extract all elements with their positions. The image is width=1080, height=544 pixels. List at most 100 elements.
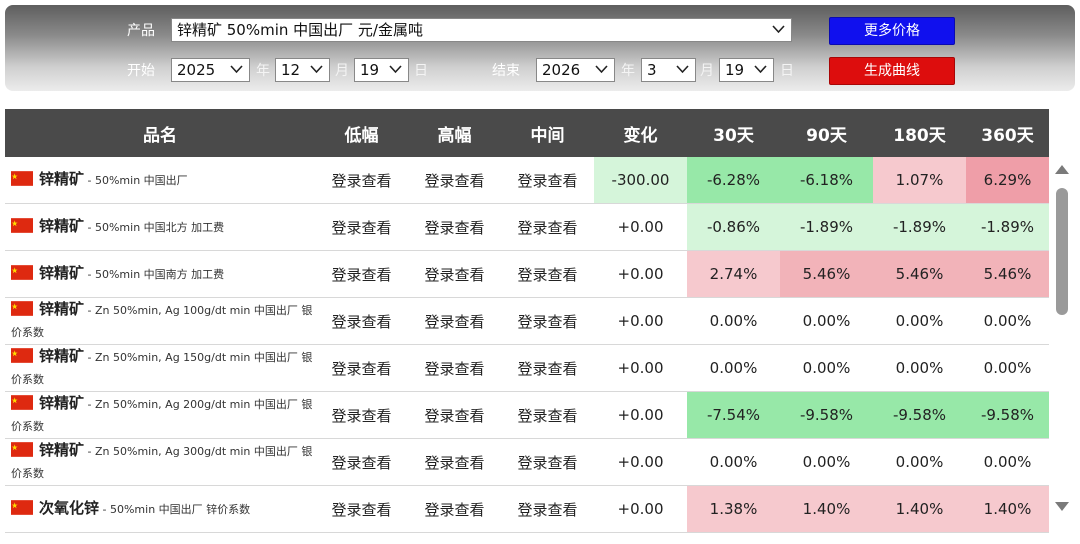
d90-cell: 1.40% — [780, 485, 873, 533]
d180-cell: 0.00% — [873, 438, 966, 486]
table-scrollbar[interactable] — [1051, 155, 1075, 521]
d30-cell: -0.86% — [687, 203, 780, 251]
product-name-cell[interactable]: 锌精矿 - 50%min 中国北方 加工费 — [5, 203, 315, 251]
chevron-down-icon — [754, 65, 767, 74]
high-cell[interactable]: 登录查看 — [408, 485, 501, 533]
low-cell[interactable]: 登录查看 — [315, 485, 408, 533]
mid-cell[interactable]: 登录查看 — [501, 157, 594, 204]
d30-cell: 1.38% — [687, 485, 780, 533]
high-cell[interactable]: 登录查看 — [408, 297, 501, 345]
mid-cell[interactable]: 登录查看 — [501, 203, 594, 251]
chevron-down-icon — [772, 25, 785, 34]
change-cell: +0.00 — [594, 391, 687, 439]
low-cell[interactable]: 登录查看 — [315, 438, 408, 486]
product-name: 锌精矿 — [39, 217, 85, 235]
d180-cell: 5.46% — [873, 250, 966, 298]
china-flag-icon — [11, 500, 33, 515]
chevron-down-icon — [595, 65, 608, 74]
product-label: 产品 — [127, 23, 155, 39]
table-row[interactable]: 锌精矿 - 50%min 中国北方 加工费 登录查看 登录查看 登录查看 +0.… — [5, 203, 1049, 251]
d30-cell: 0.00% — [687, 297, 780, 345]
mid-cell[interactable]: 登录查看 — [501, 485, 594, 533]
low-cell[interactable]: 登录查看 — [315, 203, 408, 251]
table-row[interactable]: 锌精矿 - Zn 50%min, Ag 200g/dt min 中国出厂 银价系… — [5, 391, 1049, 439]
start-year-select[interactable]: 2025 — [171, 58, 250, 82]
d180-cell: 1.07% — [873, 157, 966, 204]
d360-cell: 0.00% — [966, 297, 1049, 345]
end-year-value: 2026 — [542, 61, 581, 79]
end-label: 结束 — [492, 63, 520, 79]
scrollbar-thumb[interactable] — [1056, 188, 1068, 315]
d180-cell: 1.40% — [873, 485, 966, 533]
header-mid: 中间 — [501, 109, 594, 157]
product-name-cell[interactable]: 锌精矿 - 50%min 中国出厂 — [5, 157, 315, 204]
high-cell[interactable]: 登录查看 — [408, 157, 501, 204]
scroll-down-arrow-icon[interactable] — [1055, 502, 1069, 511]
d90-cell: 5.46% — [780, 250, 873, 298]
d30-cell: 2.74% — [687, 250, 780, 298]
low-cell[interactable]: 登录查看 — [315, 250, 408, 298]
high-cell[interactable]: 登录查看 — [408, 203, 501, 251]
d360-cell: 0.00% — [966, 438, 1049, 486]
high-cell[interactable]: 登录查看 — [408, 438, 501, 486]
change-cell: +0.00 — [594, 438, 687, 486]
high-cell[interactable]: 登录查看 — [408, 344, 501, 392]
high-cell[interactable]: 登录查看 — [408, 250, 501, 298]
china-flag-icon — [11, 395, 33, 410]
more-price-button[interactable]: 更多价格 — [829, 17, 955, 45]
table-row[interactable]: 锌精矿 - Zn 50%min, Ag 300g/dt min 中国出厂 银价系… — [5, 438, 1049, 486]
d30-cell: 0.00% — [687, 344, 780, 392]
product-desc: 50%min 中国南方 加工费 — [94, 268, 225, 281]
header-360d: 360天 — [966, 109, 1049, 157]
change-cell: +0.00 — [594, 344, 687, 392]
mid-cell[interactable]: 登录查看 — [501, 391, 594, 439]
table-row[interactable]: 锌精矿 - 50%min 中国出厂 登录查看 登录查看 登录查看 -300.00… — [5, 157, 1049, 204]
china-flag-icon — [11, 171, 33, 186]
mid-cell[interactable]: 登录查看 — [501, 297, 594, 345]
product-select[interactable]: 锌精矿 50%min 中国出厂 元/金属吨 — [171, 18, 792, 42]
end-day-select[interactable]: 19 — [719, 58, 774, 82]
table-row[interactable]: 锌精矿 - Zn 50%min, Ag 150g/dt min 中国出厂 银价系… — [5, 344, 1049, 392]
end-month-select[interactable]: 3 — [641, 58, 696, 82]
table-row[interactable]: 锌精矿 - Zn 50%min, Ag 100g/dt min 中国出厂 银价系… — [5, 297, 1049, 345]
product-name-cell[interactable]: 锌精矿 - Zn 50%min, Ag 100g/dt min 中国出厂 银价系… — [5, 297, 315, 345]
chevron-down-icon — [230, 65, 243, 74]
low-cell[interactable]: 登录查看 — [315, 297, 408, 345]
high-cell[interactable]: 登录查看 — [408, 391, 501, 439]
start-year-value: 2025 — [177, 61, 216, 79]
low-cell[interactable]: 登录查看 — [315, 157, 408, 204]
start-day-select[interactable]: 19 — [354, 58, 409, 82]
product-name-cell[interactable]: 锌精矿 - Zn 50%min, Ag 200g/dt min 中国出厂 银价系… — [5, 391, 315, 439]
header-change: 变化 — [594, 109, 687, 157]
product-name-cell[interactable]: 锌精矿 - 50%min 中国南方 加工费 — [5, 250, 315, 298]
product-name-cell[interactable]: 锌精矿 - Zn 50%min, Ag 150g/dt min 中国出厂 银价系… — [5, 344, 315, 392]
table-row[interactable]: 锌精矿 - 50%min 中国南方 加工费 登录查看 登录查看 登录查看 +0.… — [5, 250, 1049, 298]
low-cell[interactable]: 登录查看 — [315, 344, 408, 392]
product-name-cell[interactable]: 次氧化锌 - 50%min 中国出厂 锌价系数 — [5, 485, 315, 533]
day-unit: 日 — [414, 63, 428, 79]
scroll-up-arrow-icon[interactable] — [1055, 165, 1069, 174]
table-row[interactable]: 次氧化锌 - 50%min 中国出厂 锌价系数 登录查看 登录查看 登录查看 +… — [5, 485, 1049, 533]
mid-cell[interactable]: 登录查看 — [501, 344, 594, 392]
d90-cell: 0.00% — [780, 344, 873, 392]
low-cell[interactable]: 登录查看 — [315, 391, 408, 439]
header-180d: 180天 — [873, 109, 966, 157]
product-name: 锌精矿 — [39, 347, 85, 365]
product-name-cell[interactable]: 锌精矿 - Zn 50%min, Ag 300g/dt min 中国出厂 银价系… — [5, 438, 315, 486]
china-flag-icon — [11, 301, 33, 316]
start-label: 开始 — [127, 63, 155, 79]
china-flag-icon — [11, 218, 33, 233]
header-30d: 30天 — [687, 109, 780, 157]
d90-cell: -6.18% — [780, 157, 873, 204]
month-unit: 月 — [335, 63, 349, 79]
filter-panel: 产品 锌精矿 50%min 中国出厂 元/金属吨 更多价格 开始 2025 年 … — [5, 5, 1075, 91]
end-year-select[interactable]: 2026 — [536, 58, 615, 82]
generate-curve-button[interactable]: 生成曲线 — [829, 57, 955, 85]
mid-cell[interactable]: 登录查看 — [501, 438, 594, 486]
change-cell: +0.00 — [594, 250, 687, 298]
d30-cell: 0.00% — [687, 438, 780, 486]
d180-cell: 0.00% — [873, 297, 966, 345]
start-month-select[interactable]: 12 — [275, 58, 330, 82]
mid-cell[interactable]: 登录查看 — [501, 250, 594, 298]
chevron-down-icon — [389, 65, 402, 74]
